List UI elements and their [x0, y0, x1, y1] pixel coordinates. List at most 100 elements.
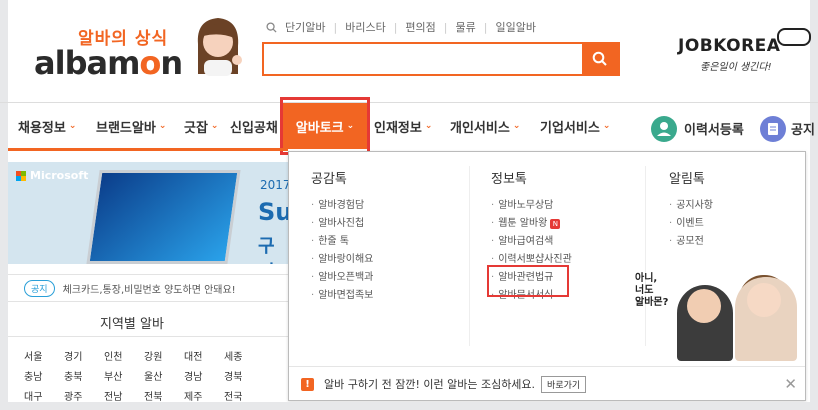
quick-links: 단기알바 | 바리스타 | 편의점 | 물류 | 일일알바	[266, 19, 536, 35]
divider: |	[483, 20, 488, 34]
nav-item-business[interactable]: 기업서비스 ⌄	[540, 103, 610, 149]
chevron-down-icon: ⌄	[424, 121, 433, 131]
jobkorea-slogan: 좋은일이 생긴다!	[700, 62, 772, 73]
banner-brand: Microsoft	[30, 169, 89, 182]
region-link[interactable]: 전남	[104, 388, 144, 403]
search-bar	[262, 42, 620, 76]
menu-item[interactable]: 이벤트	[669, 215, 713, 233]
search-icon	[266, 21, 277, 33]
microsoft-logo: Microsoft	[16, 169, 88, 182]
menu-item[interactable]: 알바급여검색	[491, 233, 572, 251]
close-icon[interactable]: ✕	[784, 375, 797, 393]
warning-text: 알바 구하기 전 잠깐! 이런 알바는 조심하세요.	[324, 378, 536, 391]
quick-link[interactable]: 바리스타	[345, 19, 385, 35]
menu-item[interactable]: 한줄 톡	[311, 233, 373, 251]
region-link[interactable]: 경남	[184, 368, 224, 383]
column-title[interactable]: 알림톡	[669, 168, 713, 187]
menu-item[interactable]: 알바면접족보	[311, 287, 373, 305]
menu-item[interactable]: 알바랑이해요	[311, 251, 373, 269]
resume-register-link[interactable]: 이력서등록	[684, 119, 744, 138]
region-link[interactable]: 충북	[64, 368, 104, 383]
column-title[interactable]: 정보톡	[491, 168, 572, 187]
banner-year: 2017	[260, 178, 288, 192]
microsoft-banner[interactable]: Microsoft 2017 Su 구미	[8, 162, 288, 264]
region-link[interactable]: 울산	[144, 368, 184, 383]
jobkorea-logo[interactable]: JOBKOREA	[678, 36, 780, 56]
search-input[interactable]	[264, 44, 582, 74]
region-list: 서울 경기 인천 강원 대전 세종 충남 충북 부산 울산 경남 경북 대구 광…	[24, 348, 264, 403]
region-link[interactable]: 충남	[24, 368, 64, 383]
menu-item[interactable]: 알바사진첩	[311, 215, 373, 233]
notice-document-icon[interactable]	[760, 116, 786, 142]
menu-item[interactable]: 알바오픈백과	[311, 269, 373, 287]
nav-label: 브랜드알바	[96, 120, 156, 136]
quick-link[interactable]: 편의점	[405, 19, 435, 35]
logo-o: o	[139, 44, 161, 82]
chevron-down-icon: ⌄	[158, 121, 167, 131]
nav-label: 인재정보	[374, 120, 422, 136]
new-badge: N	[550, 219, 561, 229]
divider: |	[393, 20, 398, 34]
quick-link[interactable]: 물류	[456, 19, 476, 35]
region-link[interactable]: 경기	[64, 348, 104, 363]
nav-label: 채용정보	[18, 120, 66, 136]
nav-item-recruit[interactable]: 채용정보 ⌄	[18, 103, 76, 149]
notice-pill: 공지	[24, 279, 55, 297]
nav-item-newgrad[interactable]: 신입공채	[230, 103, 278, 149]
warning-icon: !	[301, 377, 314, 391]
menu-item-label: 웹툰 알바왕	[498, 218, 548, 229]
logo-prefix: albam	[34, 44, 140, 82]
region-link[interactable]: 광주	[64, 388, 104, 403]
frame-bottom	[0, 402, 818, 410]
albamon-page: 알바의 상식 albamon 단기알바 | 바리스타 | 편의점 | 물류 | 일일알바…	[0, 0, 818, 410]
region-link[interactable]: 대구	[24, 388, 64, 403]
promo-face	[687, 289, 721, 323]
search-button[interactable]	[582, 44, 618, 74]
promo-text: 아니, 너도 알바몬?	[635, 273, 669, 308]
surface-laptop-image	[86, 170, 241, 264]
logo-suffix: n	[160, 44, 183, 82]
nav-accent-line	[8, 148, 288, 151]
resume-register-icon[interactable]	[651, 116, 677, 142]
menu-item-webtoon[interactable]: 웹툰 알바왕N	[491, 215, 572, 233]
menu-item[interactable]: 공모전	[669, 233, 713, 251]
region-link[interactable]: 세종	[224, 348, 264, 363]
nav-item-personal[interactable]: 개인서비스 ⌄	[450, 103, 520, 149]
notice-text: 체크카드,통장,비밀번호 양도하면 안돼요!	[62, 284, 236, 296]
albatalk-dropdown-menu: 공감톡 알바경험담 알바사진첩 한줄 톡 알바랑이해요 알바오픈백과 알바면접족…	[288, 151, 806, 401]
frame-right	[810, 0, 818, 410]
menu-item[interactable]: 공지사항	[669, 197, 713, 215]
quick-link[interactable]: 단기알바	[285, 19, 325, 35]
region-link[interactable]: 서울	[24, 348, 64, 363]
dropdown-warning-bar: ! 알바 구하기 전 잠깐! 이런 알바는 조심하세요. 바로가기 ✕	[289, 366, 805, 401]
nav-item-talent[interactable]: 인재정보 ⌄	[374, 103, 432, 149]
notice-link[interactable]: 공지	[791, 119, 815, 138]
jobkorea-oval-icon	[777, 28, 811, 46]
nav-item-brand[interactable]: 브랜드알바 ⌄	[96, 103, 166, 149]
region-link[interactable]: 강원	[144, 348, 184, 363]
region-link[interactable]: 전국	[224, 388, 264, 403]
albamon-logo[interactable]: albamon	[34, 44, 183, 82]
nav-item-goodjob[interactable]: 긋잡 ⌄	[184, 103, 218, 149]
column-title[interactable]: 공감톡	[311, 168, 373, 187]
shortcut-button[interactable]: 바로가기	[541, 375, 587, 393]
divider	[8, 336, 288, 337]
promo-banner[interactable]: 아니, 너도 알바몬?	[627, 267, 803, 363]
menu-item[interactable]: 알바노무상담	[491, 197, 572, 215]
region-link[interactable]: 부산	[104, 368, 144, 383]
region-link[interactable]: 대전	[184, 348, 224, 363]
region-link[interactable]: 경북	[224, 368, 264, 383]
chevron-down-icon: ⌄	[602, 121, 611, 131]
region-link[interactable]: 전북	[144, 388, 184, 403]
notice-bar[interactable]: 공지 체크카드,통장,비밀번호 양도하면 안돼요!	[8, 274, 288, 302]
divider: |	[443, 20, 448, 34]
menu-item[interactable]: 알바경험담	[311, 197, 373, 215]
search-icon	[592, 51, 607, 66]
quick-link[interactable]: 일일알바	[495, 19, 535, 35]
annotation-highlight-albatalk	[280, 97, 370, 155]
divider: |	[333, 20, 338, 34]
region-link[interactable]: 인천	[104, 348, 144, 363]
nav-label: 긋잡	[184, 120, 208, 136]
nav-label: 개인서비스	[450, 120, 510, 136]
region-link[interactable]: 제주	[184, 388, 224, 403]
